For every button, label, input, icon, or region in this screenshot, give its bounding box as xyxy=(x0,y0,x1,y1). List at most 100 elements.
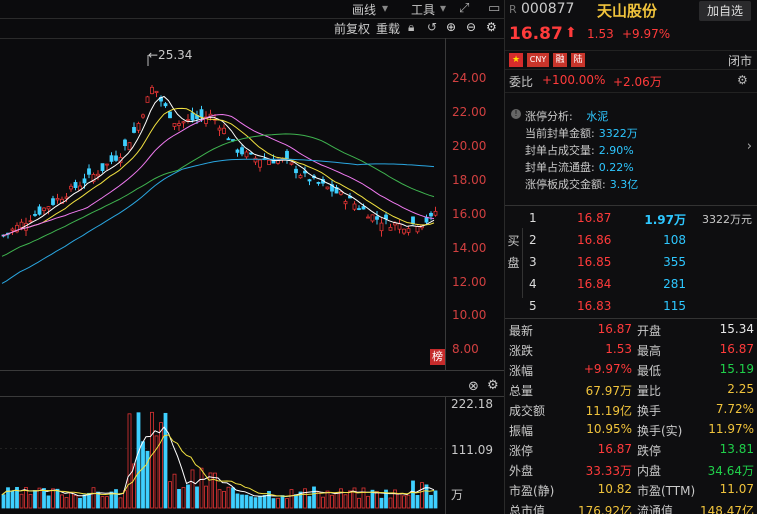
add-watchlist-button[interactable]: 加自选 xyxy=(699,1,751,21)
bid-row[interactable]: 1 16.87 1.97万 3322万元 xyxy=(505,208,757,229)
candle-body xyxy=(136,123,141,131)
candle-body xyxy=(10,228,15,231)
volume-bar xyxy=(217,489,222,509)
limit-up-key: 封单占流通盘: xyxy=(525,161,595,174)
connect-badge: 陆 xyxy=(571,53,585,67)
volume-bar xyxy=(87,492,91,509)
candle-body xyxy=(433,211,438,216)
volume-bar xyxy=(375,491,379,509)
volume-bar xyxy=(118,497,123,509)
stat-value: 1.53 xyxy=(605,342,632,356)
candle-body xyxy=(370,214,375,222)
volume-bar xyxy=(253,497,258,509)
close-indicator-icon[interactable]: ⊗ xyxy=(468,379,479,394)
volume-bar xyxy=(294,494,298,509)
bid-level: 5 xyxy=(529,299,537,313)
candle-body xyxy=(100,163,105,171)
limit-up-value: 2.90% xyxy=(598,144,634,157)
overlay-button[interactable]: 重载 xyxy=(376,20,400,37)
candle-body xyxy=(222,127,226,134)
volume-unit: 万 xyxy=(451,488,464,502)
candle-body xyxy=(186,119,190,121)
volume-bar xyxy=(136,412,141,509)
lock-icon[interactable]: 🔒︎ xyxy=(408,20,414,35)
kline-svg[interactable] xyxy=(0,0,504,514)
volume-bar xyxy=(226,486,231,509)
stat-value: 16.87 xyxy=(597,322,632,336)
bid-row[interactable]: 4 16.84 281 xyxy=(505,274,757,295)
candle-body xyxy=(127,142,132,151)
volume-bar xyxy=(10,490,15,509)
draw-tool-button[interactable]: 画线 xyxy=(352,1,376,18)
adjust-mode-button[interactable]: 前复权 xyxy=(334,20,370,37)
quote-stats: 最新 16.87 开盘 15.34 涨跌 1.53 最高 16.87 涨幅 +9… xyxy=(505,318,757,514)
stat-label: 成交额 xyxy=(509,404,546,418)
volume-bar xyxy=(213,472,217,509)
ranking-badge[interactable]: 榜 xyxy=(430,349,445,365)
stat-label: 内盘 xyxy=(637,464,662,478)
stat-label: 涨幅 xyxy=(509,364,534,378)
volume-bar xyxy=(208,472,213,509)
candle-body xyxy=(415,226,420,233)
bid-price: 16.85 xyxy=(577,255,612,269)
candle-body xyxy=(235,149,240,153)
volume-bar xyxy=(321,496,325,509)
volume-bar xyxy=(186,484,190,509)
volume-bar xyxy=(303,488,307,509)
limit-up-value: 3322万 xyxy=(598,127,638,140)
zoom-in-icon[interactable]: ⊕ xyxy=(446,20,456,34)
chevron-right-icon[interactable]: › xyxy=(747,139,752,154)
limit-up-sector[interactable]: 水泥 xyxy=(586,110,608,123)
gear-icon[interactable]: ⚙ xyxy=(486,20,497,34)
stat-value: 16.87 xyxy=(597,442,632,456)
volume-bar xyxy=(271,498,276,509)
price-tick: 22.00 xyxy=(452,105,487,119)
volume-bar xyxy=(433,490,438,509)
undo-icon[interactable]: ↺ xyxy=(427,20,437,34)
fullscreen-icon[interactable]: ⤢ xyxy=(459,1,469,16)
indicator-gear-icon[interactable]: ⚙ xyxy=(487,378,499,393)
stat-label: 最新 xyxy=(509,324,534,338)
draw-dropdown-icon[interactable]: ▾ xyxy=(382,1,388,15)
last-price: 16.87 xyxy=(509,24,563,44)
bid-row[interactable]: 5 16.83 115 xyxy=(505,296,757,317)
bid-level: 1 xyxy=(529,211,537,225)
chart-toolbar: 画线 ▾ 工具 ▾ ⤢ ▭ xyxy=(0,0,504,18)
stat-row: 成交额 11.19亿 换手 7.72% xyxy=(505,400,757,420)
stat-label: 开盘 xyxy=(637,324,662,338)
bid-price: 16.83 xyxy=(577,299,612,313)
limit-up-analysis[interactable]: ! 涨停分析: 水泥 当前封单金额: 3322万 封单占成交量: 2.90% 封单占… xyxy=(505,92,757,204)
gear-icon[interactable]: ⚙ xyxy=(737,73,748,87)
tools-menu-button[interactable]: 工具 xyxy=(411,1,435,18)
cny-badge: CNY xyxy=(527,53,549,67)
volume-bar xyxy=(231,487,235,509)
kline-chart-area[interactable]: 画线 ▾ 工具 ▾ ⤢ ▭ 前复权 重载 🔒︎ ↺ ⊕ ⊖ ⚙ ←25.34 2… xyxy=(0,0,504,514)
candle-body xyxy=(316,182,321,184)
stat-label: 换手 xyxy=(637,404,662,418)
up-arrow-icon: ⬆ xyxy=(565,25,577,41)
stat-value: 11.97% xyxy=(708,422,754,436)
margin-badge: 融 xyxy=(553,53,567,67)
bid-row[interactable]: 3 16.85 355 xyxy=(505,252,757,273)
stat-value: +9.97% xyxy=(583,362,632,376)
candle-body xyxy=(298,175,303,179)
bid-row[interactable]: 2 16.86 108 xyxy=(505,230,757,251)
more-icon[interactable]: ▭ xyxy=(488,1,500,16)
volume-bar xyxy=(429,494,433,509)
limit-up-value: 3.3亿 xyxy=(609,178,639,191)
stat-row: 市盈(静) 10.82 市盈(TTM) 11.07 xyxy=(505,480,757,500)
candle-body xyxy=(402,228,406,234)
zoom-out-icon[interactable]: ⊖ xyxy=(466,20,476,34)
candle-body xyxy=(132,127,136,133)
bid-level: 2 xyxy=(529,233,537,247)
candle-body xyxy=(87,168,91,175)
volume-average-line xyxy=(1,426,435,498)
candle-body xyxy=(64,196,69,199)
tools-dropdown-icon[interactable]: ▾ xyxy=(440,1,446,15)
volume-bar xyxy=(69,492,73,509)
volume-bar xyxy=(312,486,316,509)
volume-bar xyxy=(397,493,402,509)
volume-bar xyxy=(307,496,312,509)
volume-bar xyxy=(258,495,262,509)
volume-bar xyxy=(28,494,33,509)
